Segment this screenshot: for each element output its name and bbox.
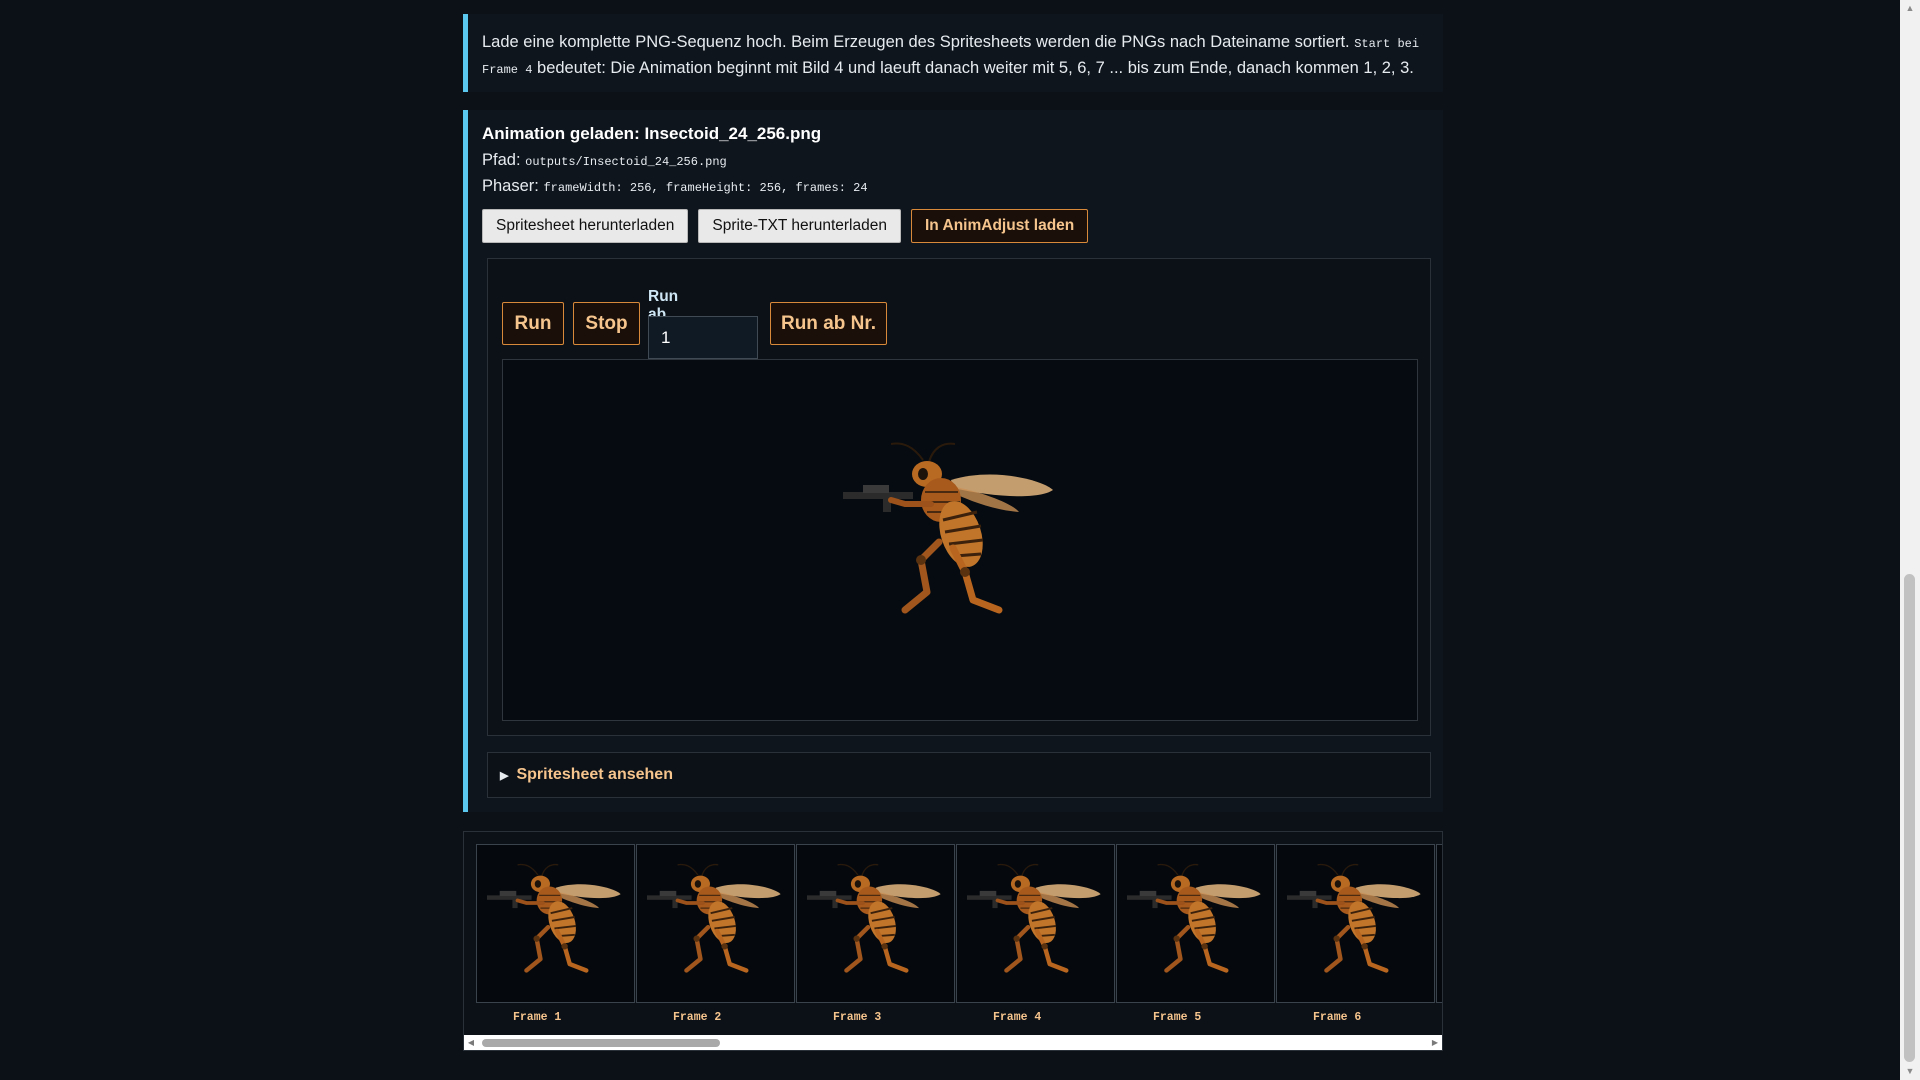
vertical-scrollbar-thumb[interactable] [1904,574,1915,1062]
phaser-value: frameWidth: 256, frameHeight: 256, frame… [543,181,868,195]
frame-image [1276,844,1435,1003]
insectoid-frame-sprite [647,863,787,985]
frame-image [796,844,955,1003]
phaser-label: Phaser: [482,177,539,195]
frame-image [1116,844,1275,1003]
spritesheet-details-toggle[interactable]: ▶ Spritesheet ansehen [487,752,1431,798]
frame-strip-horizontal-scrollbar[interactable]: ◀ ▶ [464,1035,1442,1050]
horizontal-scrollbar-thumb[interactable] [482,1039,720,1047]
animation-stage [502,359,1418,721]
frame-label: Frame 5 [1153,1011,1202,1024]
download-spritesheet-button[interactable]: Spritesheet herunterladen [482,209,689,243]
frame-thumbnail[interactable]: Frame 3 [796,844,956,1024]
load-animadjust-button[interactable]: In AnimAdjust laden [911,209,1089,243]
run-button[interactable]: Run [502,302,564,345]
frame-list: Frame 1 Frame 2 Frame 3 Frame 4 Frame 5 … [476,844,1442,1024]
frame-number-input[interactable]: 1 [648,316,758,359]
insectoid-frame-sprite [487,863,627,985]
download-button-row: Spritesheet herunterladen Sprite-TXT her… [482,209,1427,243]
run-from-button[interactable]: Run ab Nr. [770,302,887,345]
download-sprite-txt-button[interactable]: Sprite-TXT herunterladen [698,209,901,243]
frame-thumbnail[interactable]: Frame 2 [636,844,796,1024]
disclosure-triangle-icon: ▶ [500,769,509,782]
insectoid-frame-sprite [807,863,947,985]
frame-label: Frame 2 [673,1011,722,1024]
frame-thumbnail[interactable]: Frame 1 [476,844,636,1024]
phaser-line: Phaser: frameWidth: 256, frameHeight: 25… [482,174,1427,200]
path-label: Pfad: [482,151,521,169]
insectoid-frame-sprite [1287,863,1427,985]
stop-button[interactable]: Stop [573,302,640,345]
frame-image [636,844,795,1003]
insectoid-sprite-preview [843,442,1063,632]
scroll-left-arrow-icon[interactable]: ◀ [464,1035,478,1050]
animation-player: Run Stop Run ab Nr. 1 Run ab Nr. [487,258,1431,736]
path-value: outputs/Insectoid_24_256.png [525,155,727,169]
animation-loaded-card: Animation geladen: Insectoid_24_256.png … [463,110,1443,812]
frame-label: Frame 3 [833,1011,882,1024]
path-line: Pfad: outputs/Insectoid_24_256.png [482,148,1427,174]
scroll-up-arrow-icon[interactable]: ▲ [1900,0,1920,17]
insectoid-frame-sprite [967,863,1107,985]
frame-thumbnail[interactable]: Frame 4 [956,844,1116,1024]
frame-image [476,844,635,1003]
info-text-2: bedeutet: Die Animation beginnt mit Bild… [537,59,1414,77]
frame-label: Frame 6 [1313,1011,1362,1024]
frame-label: Frame 4 [993,1011,1042,1024]
scroll-down-arrow-icon[interactable]: ▼ [1900,1063,1920,1080]
info-card: Lade eine komplette PNG-Sequenz hoch. Be… [463,14,1443,92]
details-summary-label: Spritesheet ansehen [516,766,673,783]
frame-thumbnail[interactable]: Frame 6 [1276,844,1436,1024]
frame-label: Frame 1 [513,1011,562,1024]
page-vertical-scrollbar[interactable]: ▲ ▼ [1900,0,1920,1080]
frame-thumbnail-partial[interactable] [1436,844,1442,1024]
info-text-1: Lade eine komplette PNG-Sequenz hoch. Be… [482,33,1350,51]
frame-image [1436,844,1442,1003]
insectoid-frame-sprite [1127,863,1267,985]
frame-strip: Frame 1 Frame 2 Frame 3 Frame 4 Frame 5 … [463,831,1443,1051]
animation-title: Animation geladen: Insectoid_24_256.png [482,124,822,143]
frame-image [956,844,1115,1003]
scroll-right-arrow-icon[interactable]: ▶ [1428,1035,1442,1050]
frame-thumbnail[interactable]: Frame 5 [1116,844,1276,1024]
